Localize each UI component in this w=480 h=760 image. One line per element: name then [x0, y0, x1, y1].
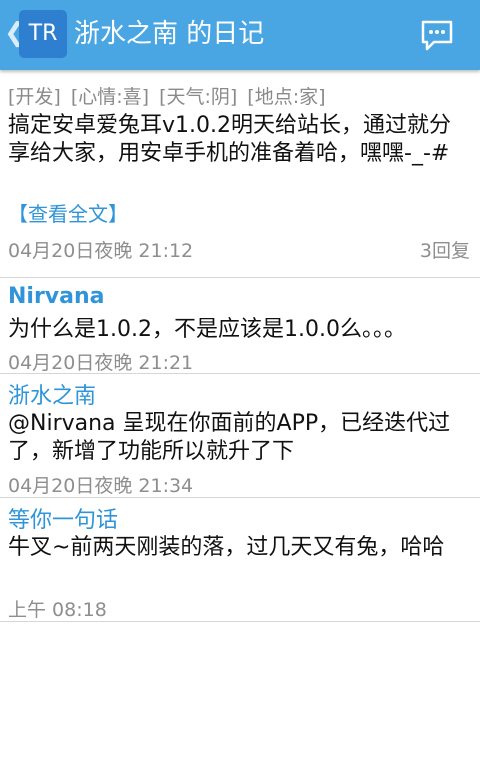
- post-time: 04月20日夜晚 21:12: [8, 240, 194, 262]
- reply-time: 上午 08:18: [8, 599, 107, 621]
- reply-author[interactable]: 等你一句话: [8, 502, 118, 534]
- view-full-link[interactable]: 【查看全文】: [8, 198, 128, 227]
- reply-count[interactable]: 3回复: [420, 236, 470, 263]
- reply-item[interactable]: 等你一句话 牛叉~前两天刚装的落，过几天又有兔，哈哈 上午 08:18: [0, 498, 480, 622]
- reply-author[interactable]: Nirvana: [8, 284, 105, 309]
- reply-item[interactable]: 浙水之南 @Nirvana 呈现在你面前的APP，已经迭代过了，新增了功能所以就…: [0, 374, 480, 498]
- diary-post: [开发] [心情:喜] [天气:阴] [地点:家] 搞定安卓爱兔耳v1.0.2明天给站…: [0, 70, 480, 278]
- post-body: 搞定安卓爱兔耳v1.0.2明天给站长，通过就分享给大家，用安卓手机的准备着哈，嘿…: [8, 113, 451, 166]
- reply-time: 04月20日夜晚 21:21: [8, 352, 194, 374]
- chat-icon[interactable]: [420, 18, 454, 52]
- tag-category: [开发]: [8, 86, 61, 108]
- tag-mood: [心情:喜]: [70, 86, 150, 108]
- top-bar: ❮ TR 浙水之南 的日记: [0, 0, 480, 70]
- page-title: 浙水之南 的日记: [74, 19, 265, 49]
- avatar[interactable]: TR: [19, 10, 67, 58]
- reply-item[interactable]: Nirvana 为什么是1.0.2，不是应该是1.0.0么。。。 04月20日夜…: [0, 278, 480, 374]
- post-tags: [开发] [心情:喜] [天气:阴] [地点:家]: [8, 82, 336, 109]
- reply-author[interactable]: 浙水之南: [8, 378, 96, 410]
- tag-location: [地点:家]: [247, 86, 326, 108]
- reply-text: 牛叉~前两天刚装的落，过几天又有兔，哈哈: [8, 535, 445, 560]
- tag-weather: [天气:阴]: [159, 86, 238, 108]
- reply-text: @Nirvana 呈现在你面前的APP，已经迭代过了，新增了功能所以就升了下: [8, 411, 451, 464]
- reply-time: 04月20日夜晚 21:34: [8, 475, 194, 497]
- reply-text: 为什么是1.0.2，不是应该是1.0.0么。。。: [8, 317, 406, 342]
